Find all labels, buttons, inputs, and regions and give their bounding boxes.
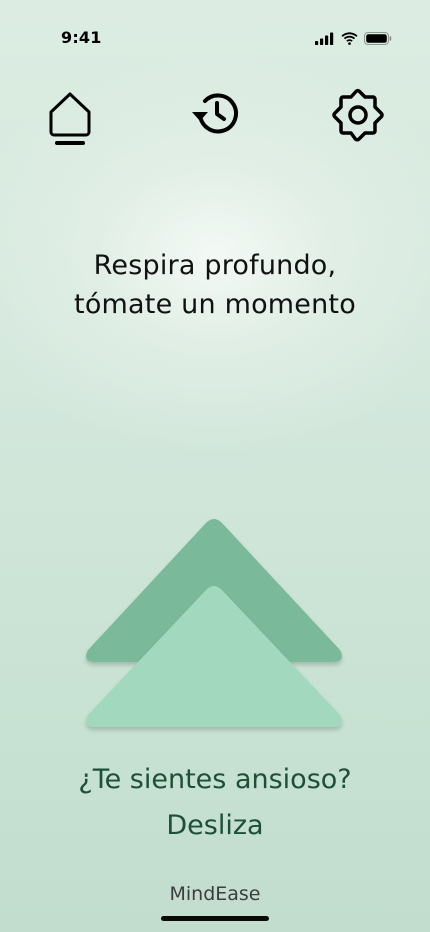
gear-icon bbox=[332, 88, 386, 146]
battery-icon bbox=[364, 30, 392, 49]
brand-name: MindEase bbox=[169, 883, 261, 905]
prompt-action: Desliza bbox=[166, 810, 264, 841]
status-bar: 9:41 bbox=[0, 0, 430, 60]
app-screen: 9:41 Respira profundo, tómate un momento… bbox=[0, 0, 430, 932]
cellular-signal-icon bbox=[315, 30, 335, 49]
status-time: 9:41 bbox=[61, 28, 102, 47]
prompt-question: ¿Te sientes ansioso? bbox=[78, 764, 352, 795]
headline-line-1: Respira profundo, bbox=[93, 250, 337, 281]
wifi-icon bbox=[341, 30, 358, 49]
nav-home-button[interactable] bbox=[43, 88, 97, 146]
swipe-up-arrows[interactable] bbox=[80, 515, 350, 737]
headline-line-2: tómate un momento bbox=[74, 289, 356, 320]
status-icons bbox=[315, 30, 392, 49]
breathing-message: Respira profundo, tómate un momento bbox=[0, 246, 430, 324]
history-icon bbox=[188, 88, 242, 142]
swipe-prompt: ¿Te sientes ansioso? Desliza bbox=[0, 757, 430, 849]
nav-history-button[interactable] bbox=[188, 88, 242, 146]
home-indicator[interactable] bbox=[161, 916, 269, 921]
top-nav bbox=[0, 88, 430, 148]
nav-settings-button[interactable] bbox=[332, 88, 386, 146]
home-icon bbox=[46, 88, 94, 150]
